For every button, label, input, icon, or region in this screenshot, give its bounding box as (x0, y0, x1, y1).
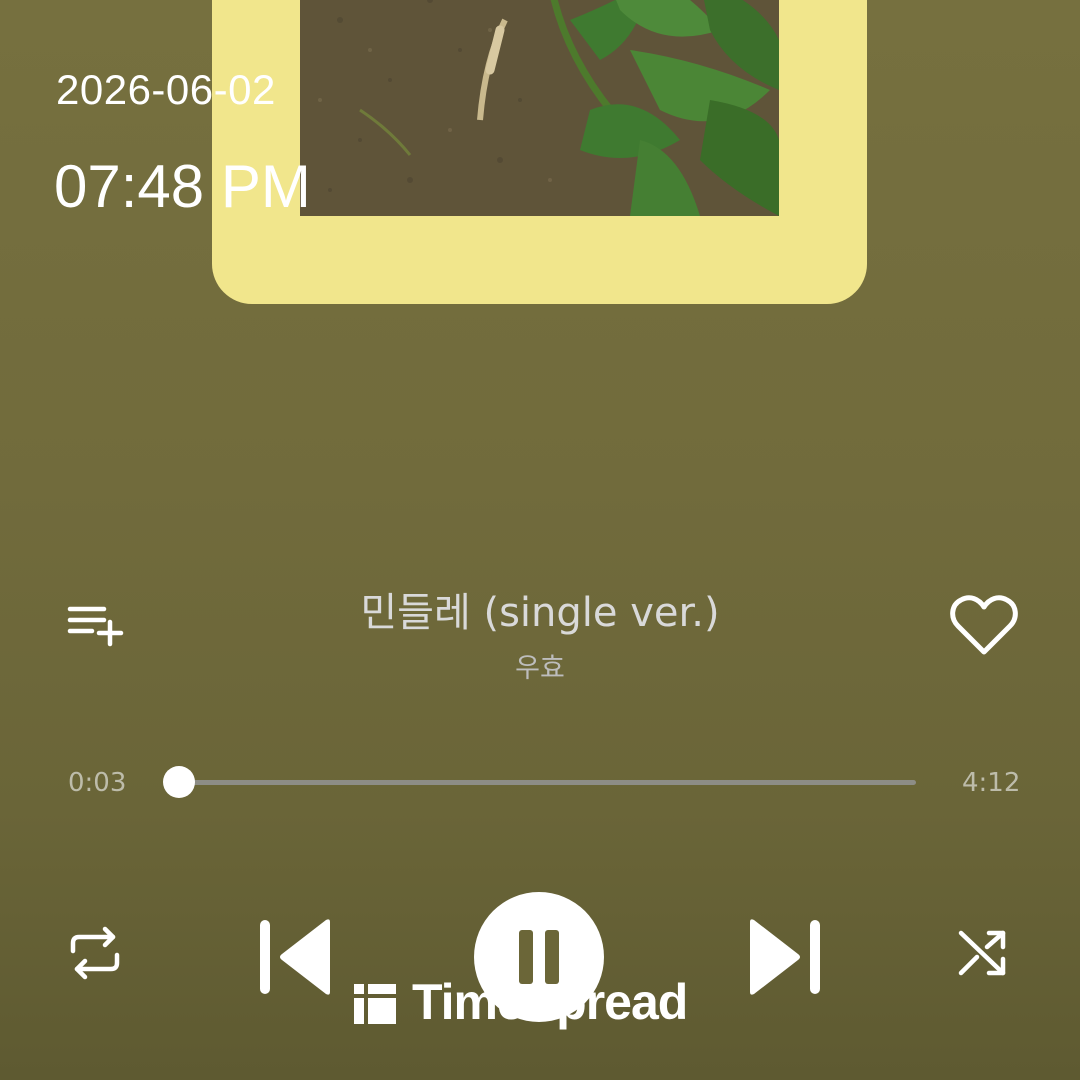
shuffle-icon (958, 930, 1006, 976)
play-pause-button[interactable] (474, 892, 604, 1022)
track-title: 민들레 (single ver.) (360, 590, 720, 636)
repeat-button[interactable] (66, 924, 124, 982)
watermark-logo-icon (354, 984, 396, 1024)
skip-next-icon (750, 919, 820, 995)
pause-icon (519, 930, 559, 984)
like-button[interactable] (946, 592, 1022, 660)
skip-previous-icon (260, 919, 330, 995)
playlist-add-button[interactable] (64, 600, 128, 650)
track-artist[interactable]: 우효 (390, 646, 690, 685)
status-date: 2026-06-02 (56, 66, 276, 113)
shuffle-button[interactable] (954, 924, 1012, 982)
playlist-add-icon (67, 606, 124, 647)
progress-slider[interactable] (162, 766, 916, 798)
previous-button[interactable] (254, 918, 338, 996)
heart-outline-icon (950, 595, 1018, 655)
total-time: 4:12 (962, 768, 1021, 798)
repeat-icon (70, 926, 120, 980)
next-button[interactable] (742, 918, 826, 996)
current-time: 0:03 (68, 768, 127, 798)
album-cover-image (300, 0, 779, 216)
status-time: 07:48 PM (54, 153, 311, 220)
progress-thumb[interactable] (162, 766, 195, 798)
